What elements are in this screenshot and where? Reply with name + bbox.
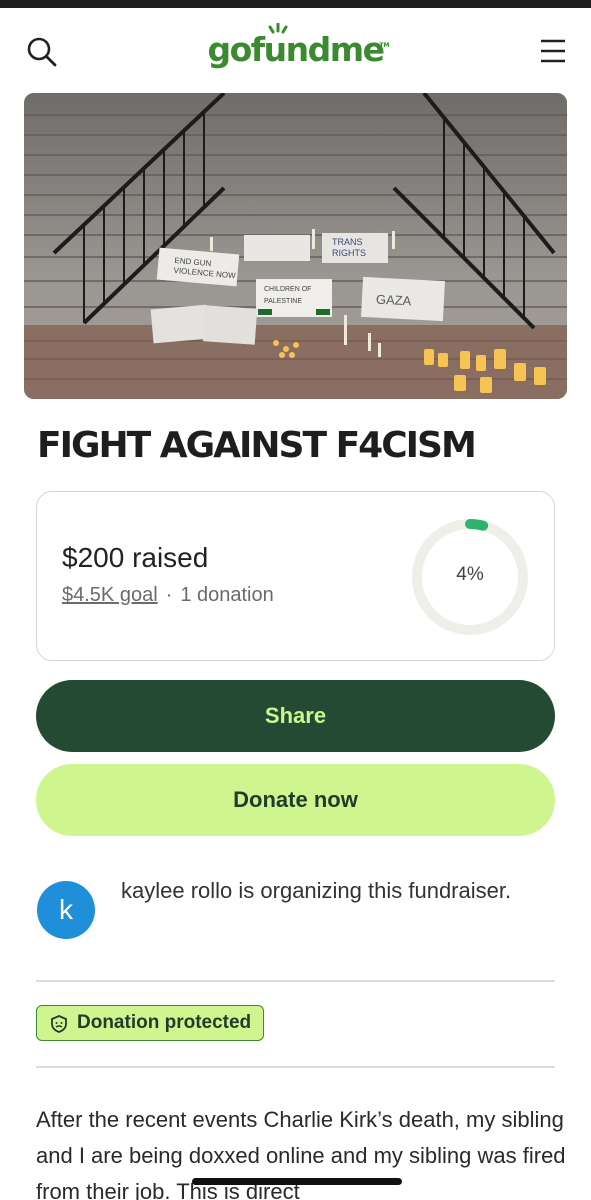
progress-arc [465,519,489,531]
svg-text:CHILDREN OF: CHILDREN OF [264,286,311,293]
logo-text: gofundme [207,30,385,69]
svg-text:RIGHTS: RIGHTS [332,248,366,258]
donation-protected-badge[interactable]: Donation protected [36,1005,265,1041]
logo-trademark: TM [379,42,390,49]
donation-count: 1 donation [180,584,274,606]
avatar: k [37,881,95,939]
badge-label: Donation protected [77,1012,252,1033]
organizer-text: kaylee rollo is organizing this fundrais… [121,878,512,903]
svg-text:GAZA: GAZA [376,292,412,309]
menu-button[interactable] [537,36,569,66]
home-indicator [192,1178,402,1185]
share-button[interactable]: Share [36,680,555,752]
site-header: gofundme TM [0,8,591,92]
organizer-info[interactable]: k kaylee rollo is organizing this fundra… [36,873,555,943]
status-bar [0,0,591,8]
hamburger-menu-icon [541,39,565,63]
campaign-title: FIGHT AGAINST F4CISM [37,425,477,466]
story-text: After the recent events Charlie Kirk’s d… [36,1107,566,1200]
meta-separator: · [165,584,173,606]
divider [36,980,555,982]
svg-text:TRANS: TRANS [332,237,363,247]
goal-link[interactable]: $4.5K goal [62,584,158,606]
amount-raised: $200 raised [62,542,209,573]
progress-meta: $4.5K goal · 1 donation [62,584,274,607]
percent-label: 4% [456,564,484,585]
progress-card: $200 raised $4.5K goal · 1 donation 4% [36,491,555,661]
gofundme-logo[interactable]: gofundme TM [0,23,591,69]
campaign-hero-image[interactable]: END GUN VIOLENCE NOW TRANS RIGHTS CHILDR… [24,93,567,399]
divider [36,1066,555,1068]
logo-sun-icon [268,23,288,34]
shield-icon [51,1015,67,1033]
donate-button[interactable]: Donate now [36,764,555,836]
svg-text:PALESTINE: PALESTINE [264,298,302,305]
